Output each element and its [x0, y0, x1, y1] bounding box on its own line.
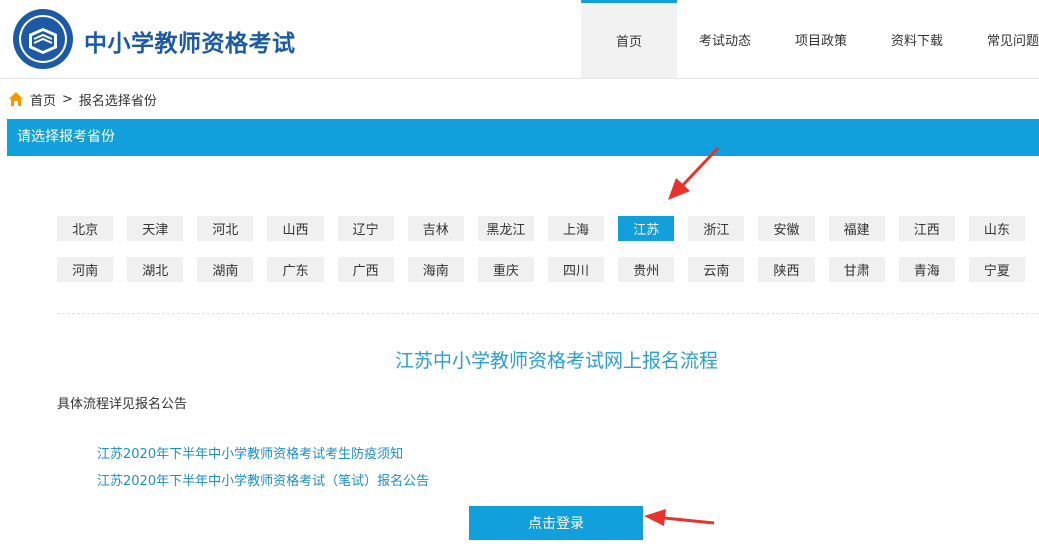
province-fujian[interactable]: 福建	[828, 216, 885, 241]
main-nav: 首页 考试动态 项目政策 资料下载 常见问题	[581, 0, 1039, 78]
link-epidemic-notice[interactable]: 江苏2020年下半年中小学教师资格考试考生防疫须知	[97, 441, 429, 468]
detail-note: 具体流程详见报名公告	[57, 397, 188, 412]
site-title: 中小学教师资格考试	[84, 31, 296, 57]
province-grid: 北京 天津 河北 山西 辽宁 吉林 黑龙江 上海 江苏 浙江 安徽 福建 江西 …	[57, 216, 1039, 298]
province-shaanxi[interactable]: 陕西	[758, 257, 815, 282]
province-row: 北京 天津 河北 山西 辽宁 吉林 黑龙江 上海 江苏 浙江 安徽 福建 江西 …	[57, 216, 1039, 241]
nav-faq[interactable]: 常见问题	[965, 0, 1039, 78]
province-shandong[interactable]: 山东	[968, 216, 1025, 241]
province-jilin[interactable]: 吉林	[407, 216, 464, 241]
panel-title: 请选择报考省份	[7, 119, 1039, 156]
nav-policy[interactable]: 项目政策	[773, 0, 869, 78]
province-hunan[interactable]: 湖南	[197, 257, 254, 282]
nav-home[interactable]: 首页	[581, 0, 677, 78]
province-hubei[interactable]: 湖北	[127, 257, 184, 282]
province-chongqing[interactable]: 重庆	[477, 257, 534, 282]
province-gansu[interactable]: 甘肃	[828, 257, 885, 282]
breadcrumb-current: 报名选择省份	[78, 93, 157, 109]
province-beijing[interactable]: 北京	[57, 216, 114, 241]
nav-exam-news[interactable]: 考试动态	[677, 0, 773, 78]
province-sichuan[interactable]: 四川	[547, 257, 605, 282]
province-guizhou[interactable]: 贵州	[618, 257, 675, 282]
province-guangxi[interactable]: 广西	[337, 257, 394, 282]
breadcrumb-separator: >	[62, 91, 73, 107]
arrow-to-login-icon	[644, 509, 715, 526]
province-yunnan[interactable]: 云南	[688, 257, 745, 282]
province-guangdong[interactable]: 广东	[267, 257, 324, 282]
announcement-links: 江苏2020年下半年中小学教师资格考试考生防疫须知 江苏2020年下半年中小学教…	[97, 441, 429, 495]
province-liaoning[interactable]: 辽宁	[337, 216, 394, 241]
province-heilongjiang[interactable]: 黑龙江	[477, 216, 534, 241]
nav-downloads[interactable]: 资料下载	[869, 0, 965, 78]
logo-icon	[13, 9, 73, 69]
login-button[interactable]: 点击登录	[469, 506, 643, 540]
province-shanghai[interactable]: 上海	[547, 216, 605, 241]
home-icon	[9, 92, 23, 106]
province-ningxia[interactable]: 宁夏	[968, 257, 1025, 282]
province-henan[interactable]: 河南	[57, 257, 114, 282]
province-row: 河南 湖北 湖南 广东 广西 海南 重庆 四川 贵州 云南 陕西 甘肃 青海 宁…	[57, 257, 1039, 282]
province-shanxi[interactable]: 山西	[267, 216, 324, 241]
province-qinghai[interactable]: 青海	[898, 257, 955, 282]
section-divider	[57, 313, 1039, 314]
breadcrumb-home[interactable]: 首页	[30, 90, 56, 109]
link-registration-announcement[interactable]: 江苏2020年下半年中小学教师资格考试（笔试）报名公告	[97, 468, 429, 495]
breadcrumb: 首页 > 报名选择省份	[8, 90, 157, 109]
province-hainan[interactable]: 海南	[407, 257, 464, 282]
province-jiangxi[interactable]: 江西	[898, 216, 955, 241]
site-header: 中小学教师资格考试 首页 考试动态 项目政策 资料下载 常见问题	[0, 0, 1039, 79]
province-zhejiang[interactable]: 浙江	[688, 216, 745, 241]
province-jiangsu[interactable]: 江苏	[618, 216, 675, 241]
province-anhui[interactable]: 安徽	[758, 216, 815, 241]
province-tianjin[interactable]: 天津	[127, 216, 184, 241]
flow-title: 江苏中小学教师资格考试网上报名流程	[394, 350, 718, 372]
province-hebei[interactable]: 河北	[197, 216, 254, 241]
